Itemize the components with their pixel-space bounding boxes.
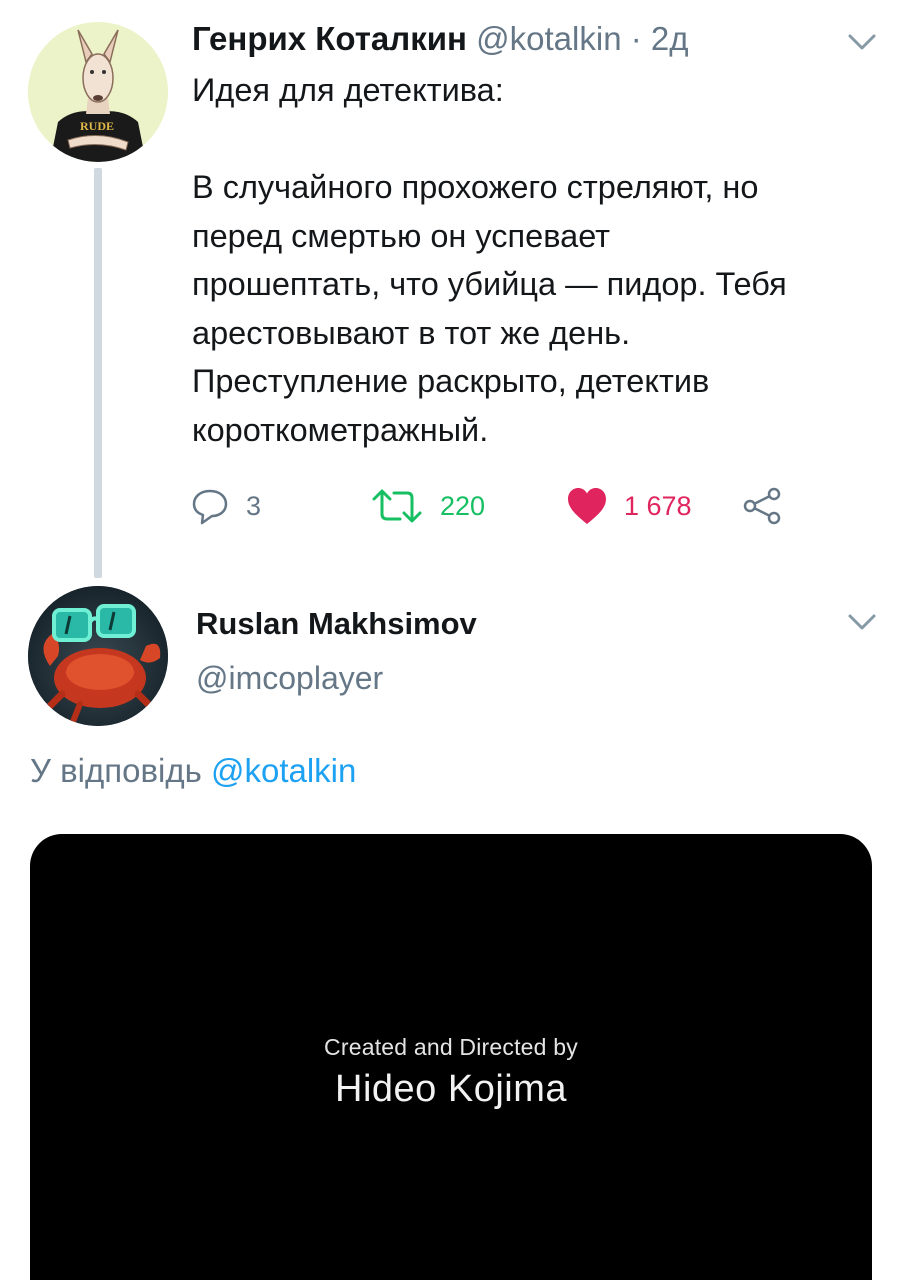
heart-icon: [568, 488, 606, 524]
tweet-text: Идея для детектива: В случайного прохоже…: [192, 66, 882, 454]
tweet-text-line: короткометражный.: [192, 411, 489, 448]
like-button[interactable]: 1 678: [566, 484, 692, 528]
tweet-text-line: арестовывают в тот же день.: [192, 314, 631, 351]
tweet-text-line: прошептать, что убийца — пидор. Тебя: [192, 266, 787, 302]
replier-avatar[interactable]: [28, 586, 168, 726]
chevron-down-icon[interactable]: [846, 30, 878, 54]
crab-avatar-illustration: [28, 586, 168, 726]
tweet-text-blank-line: [192, 115, 882, 164]
retweet-button[interactable]: 220: [370, 484, 485, 528]
dog-avatar-illustration: RUDE: [28, 22, 168, 162]
media-credit-line: Created and Directed by: [324, 1034, 578, 1060]
retweet-icon: [372, 489, 422, 523]
tweet-text-line: В случайного прохожего стреляют, но: [192, 169, 759, 205]
tweet-timestamp[interactable]: 2д: [651, 20, 689, 57]
tweet-text-line: Идея для детектива:: [192, 72, 504, 108]
reply-button[interactable]: 3: [190, 484, 261, 528]
header-separator: ·: [630, 20, 642, 57]
media-credit-name: Hideo Kojima: [335, 1068, 567, 1110]
author-avatar[interactable]: RUDE: [28, 22, 168, 162]
retweet-count: 220: [440, 490, 486, 521]
author-handle[interactable]: @kotalkin: [476, 20, 621, 57]
like-count: 1 678: [624, 490, 692, 521]
reply-context: У відповідь @kotalkin: [30, 752, 356, 790]
reply-mention-link[interactable]: @kotalkin: [211, 752, 356, 789]
share-button[interactable]: [742, 484, 784, 528]
tweet-header: Генрих Коталкин @kotalkin · 2д: [192, 16, 689, 62]
tweet-text-line: Преступление раскрыто, детектив: [192, 363, 710, 399]
reply-prefix: У відповідь: [30, 752, 202, 789]
reply-count: 3: [246, 490, 262, 521]
thread-connector-line: [94, 168, 102, 578]
replier-handle[interactable]: @imcoplayer: [196, 660, 383, 697]
replier-name[interactable]: Ruslan Makhsimov: [196, 606, 477, 642]
tweet-text-line: перед смертью он успевает: [192, 217, 611, 254]
share-icon: [743, 487, 781, 525]
reply-icon: [192, 489, 228, 525]
media-video[interactable]: Created and Directed by Hideo Kojima: [30, 834, 872, 1280]
svg-text:RUDE: RUDE: [80, 119, 114, 133]
chevron-down-icon[interactable]: [846, 610, 878, 634]
author-name[interactable]: Генрих Коталкин: [192, 20, 467, 57]
